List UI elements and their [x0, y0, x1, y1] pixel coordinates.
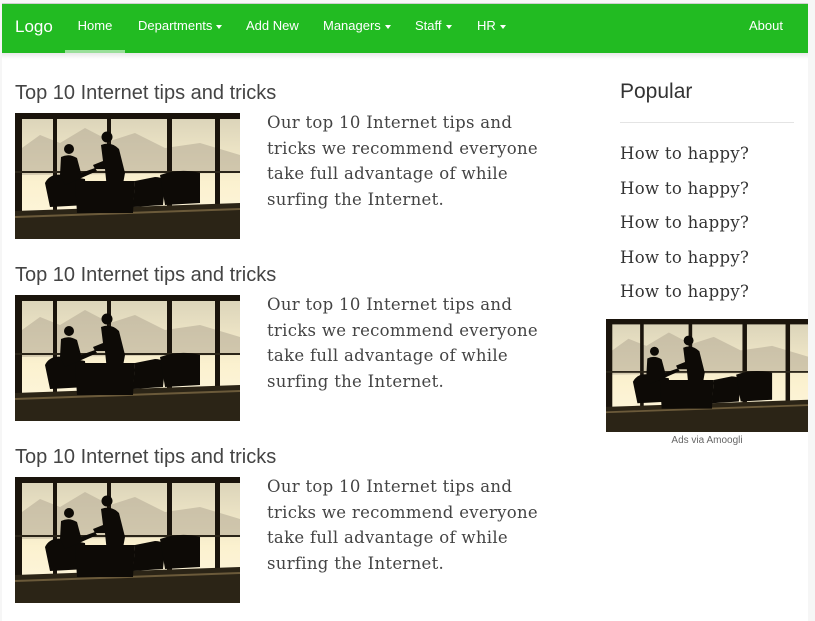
- nav-item-label: Managers: [323, 18, 381, 33]
- caret-down-icon: [499, 24, 506, 29]
- nav-item-hr[interactable]: HR: [477, 4, 506, 53]
- nav-item-home[interactable]: Home: [65, 4, 125, 53]
- navbar: Logo Home Departments Add New Managers S…: [2, 4, 808, 53]
- popular-link[interactable]: How to happy?: [620, 282, 749, 301]
- caret-down-icon: [445, 24, 452, 29]
- post-title[interactable]: Top 10 Internet tips and tricks: [15, 82, 276, 105]
- logo[interactable]: Logo: [15, 17, 53, 37]
- post-title[interactable]: Top 10 Internet tips and tricks: [15, 264, 276, 287]
- nav-item-departments[interactable]: Departments: [138, 4, 223, 53]
- post-title[interactable]: Top 10 Internet tips and tricks: [15, 446, 276, 469]
- nav-item-about[interactable]: About: [749, 4, 783, 53]
- post-card: Top 10 Internet tips and tricks Our top …: [15, 264, 585, 424]
- nav-item-label: About: [749, 18, 783, 33]
- nav-item-label: HR: [477, 18, 496, 33]
- nav-item-add-new[interactable]: Add New: [246, 4, 299, 53]
- post-card: Top 10 Internet tips and tricks Our top …: [15, 446, 585, 606]
- nav-item-staff[interactable]: Staff: [415, 4, 452, 53]
- divider: [620, 122, 794, 123]
- post-excerpt: Our top 10 Internet tips and tricks we r…: [267, 113, 538, 209]
- post-card: Top 10 Internet tips and tricks Our top …: [15, 82, 585, 242]
- popular-link[interactable]: How to happy?: [620, 144, 749, 163]
- popular-link[interactable]: How to happy?: [620, 179, 749, 198]
- popular-link[interactable]: How to happy?: [620, 248, 749, 267]
- nav-item-label: Staff: [415, 18, 442, 33]
- navbar-shadow: [2, 53, 808, 59]
- caret-down-icon: [384, 24, 391, 29]
- post-image[interactable]: [15, 477, 240, 603]
- ad-image[interactable]: [606, 319, 808, 432]
- post-image[interactable]: [15, 113, 240, 239]
- post-image[interactable]: [15, 295, 240, 421]
- post-excerpt: Our top 10 Internet tips and tricks we r…: [267, 295, 538, 391]
- ad-caption[interactable]: Ads via Amoogli: [606, 435, 808, 446]
- post-excerpt: Our top 10 Internet tips and tricks we r…: [267, 477, 538, 573]
- sidebar-heading: Popular: [620, 80, 693, 103]
- nav-item-label: Departments: [138, 18, 213, 33]
- caret-down-icon: [216, 24, 223, 29]
- page-frame: Logo Home Departments Add New Managers S…: [2, 3, 808, 621]
- nav-item-label: Home: [77, 18, 113, 33]
- nav-item-managers[interactable]: Managers: [323, 4, 391, 53]
- popular-link[interactable]: How to happy?: [620, 213, 749, 232]
- nav-item-label: Add New: [246, 18, 299, 33]
